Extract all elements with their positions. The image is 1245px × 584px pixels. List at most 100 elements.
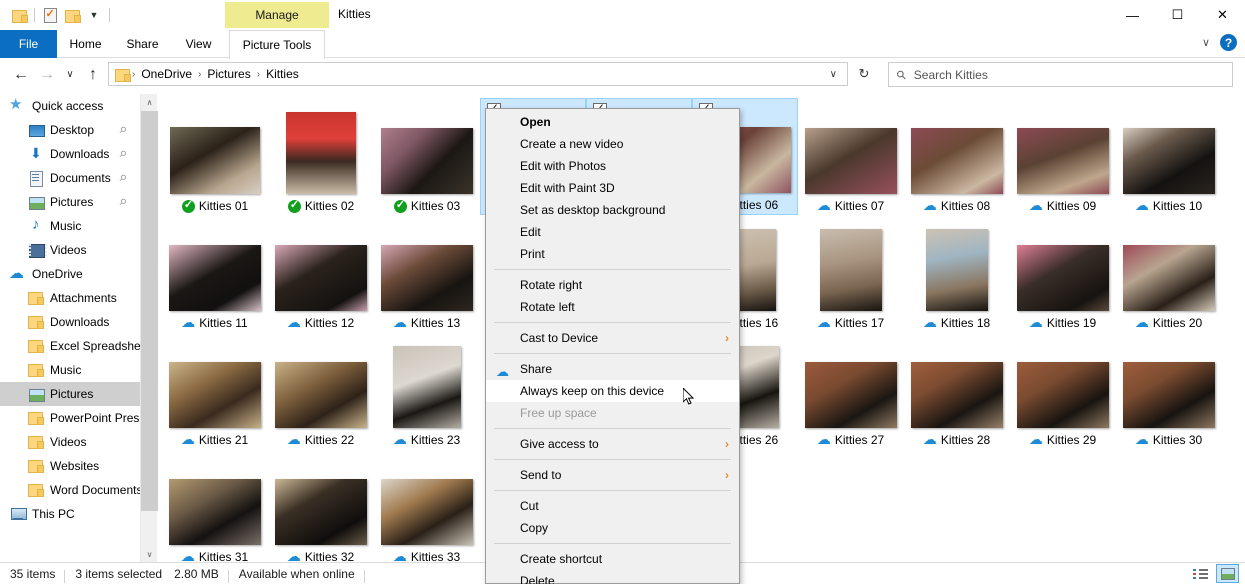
menu-item-send-to[interactable]: Send to › xyxy=(486,464,739,486)
file-tile[interactable]: Kitties 13 xyxy=(374,215,480,332)
file-tile[interactable]: Kitties 18 xyxy=(904,215,1010,332)
sidebar-item-downloads[interactable]: Downloads ⚲ xyxy=(0,142,140,166)
folder-icon[interactable] xyxy=(8,4,30,26)
thumbnail-container xyxy=(167,346,263,428)
minimize-button[interactable]: — xyxy=(1110,0,1155,30)
menu-item-cut[interactable]: Cut xyxy=(486,495,739,517)
file-tile[interactable]: Kitties 07 xyxy=(798,98,904,215)
menu-item-print[interactable]: Print xyxy=(486,243,739,265)
file-tile[interactable]: Kitties 12 xyxy=(268,215,374,332)
menu-separator xyxy=(494,428,731,429)
sidebar-item-music[interactable]: Music xyxy=(0,358,140,382)
menu-item-cast-to-device[interactable]: Cast to Device › xyxy=(486,327,739,349)
tab-file[interactable]: File xyxy=(0,30,57,58)
sidebar-item-websites[interactable]: Websites xyxy=(0,454,140,478)
tab-share[interactable]: Share xyxy=(114,30,171,58)
sidebar-item-pictures[interactable]: Pictures ⚲ xyxy=(0,190,140,214)
file-tile[interactable]: Kitties 30 xyxy=(1116,332,1222,449)
file-tile[interactable]: Kitties 33 xyxy=(374,449,480,563)
file-name: Kitties 07 xyxy=(834,199,885,213)
scrollbar-thumb[interactable] xyxy=(141,111,158,511)
sidebar-item-videos[interactable]: Videos xyxy=(0,430,140,454)
scroll-down-icon[interactable]: ∨ xyxy=(141,546,158,563)
sidebar-item-word-documents[interactable]: Word Documents xyxy=(0,478,140,502)
menu-item-open[interactable]: Open xyxy=(486,111,739,133)
close-button[interactable]: ✕ xyxy=(1200,0,1245,30)
sidebar-item-this-pc[interactable]: This PC xyxy=(0,502,140,526)
file-tile[interactable]: Kitties 01 xyxy=(162,98,268,215)
address-bar[interactable]: › OneDrive › Pictures › Kitties ∨ xyxy=(108,62,848,86)
breadcrumb-item-kitties[interactable]: Kitties xyxy=(262,65,303,83)
forward-button[interactable]: → xyxy=(34,61,60,89)
pin-icon[interactable]: ⚲ xyxy=(116,124,129,136)
file-tile[interactable]: Kitties 32 xyxy=(268,449,374,563)
file-tile[interactable]: Kitties 19 xyxy=(1010,215,1116,332)
pin-icon[interactable]: ⚲ xyxy=(116,172,129,184)
menu-item-edit-with-paint-3d[interactable]: Edit with Paint 3D xyxy=(486,177,739,199)
menu-item-share[interactable]: ☁ Share xyxy=(486,358,739,380)
up-button[interactable]: ↑ xyxy=(80,61,106,89)
file-tile[interactable]: Kitties 17 xyxy=(798,215,904,332)
back-button[interactable]: ← xyxy=(8,61,34,89)
refresh-icon[interactable]: ↻ xyxy=(852,62,876,86)
menu-item-set-as-desktop-background[interactable]: Set as desktop background xyxy=(486,199,739,221)
properties-icon[interactable] xyxy=(39,4,61,26)
recent-locations-button[interactable]: ∨ xyxy=(60,61,80,89)
sidebar-item-excel-spreadsheets[interactable]: Excel Spreadsheets xyxy=(0,334,140,358)
folder-icon xyxy=(28,482,44,498)
chevron-down-icon[interactable]: ∨ xyxy=(1202,36,1210,49)
large-icons-view-button[interactable] xyxy=(1216,564,1239,583)
menu-item-delete[interactable]: Delete xyxy=(486,570,739,584)
details-view-button[interactable] xyxy=(1189,564,1212,583)
menu-item-always-keep-on-this-device[interactable]: Always keep on this device xyxy=(486,380,739,402)
menu-item-create-shortcut[interactable]: Create shortcut xyxy=(486,548,739,570)
sidebar-item-onedrive[interactable]: OneDrive xyxy=(0,262,140,286)
sidebar-item-quick-access[interactable]: Quick access xyxy=(0,94,140,118)
maximize-button[interactable]: ☐ xyxy=(1155,0,1200,30)
breadcrumb-item-pictures[interactable]: Pictures xyxy=(203,65,254,83)
sidebar-scrollbar[interactable]: ∧ ∨ xyxy=(140,94,158,563)
sidebar-item-music[interactable]: Music xyxy=(0,214,140,238)
tab-home[interactable]: Home xyxy=(57,30,114,58)
sidebar-item-attachments[interactable]: Attachments xyxy=(0,286,140,310)
menu-item-edit[interactable]: Edit xyxy=(486,221,739,243)
file-tile[interactable]: Kitties 20 xyxy=(1116,215,1222,332)
file-tile[interactable]: Kitties 11 xyxy=(162,215,268,332)
tab-picture-tools[interactable]: Picture Tools xyxy=(229,30,325,59)
menu-item-copy[interactable]: Copy xyxy=(486,517,739,539)
file-tile[interactable]: Kitties 09 xyxy=(1010,98,1116,215)
menu-item-rotate-left[interactable]: Rotate left xyxy=(486,296,739,318)
new-folder-icon[interactable] xyxy=(61,4,83,26)
breadcrumb-item-onedrive[interactable]: OneDrive xyxy=(137,65,196,83)
customize-quick-access-arrow[interactable]: ▼ xyxy=(83,4,105,26)
contextual-tab-manage[interactable]: Manage xyxy=(225,2,329,28)
scroll-up-icon[interactable]: ∧ xyxy=(141,94,158,111)
file-tile[interactable]: Kitties 27 xyxy=(798,332,904,449)
help-icon[interactable]: ? xyxy=(1220,34,1237,51)
pin-icon[interactable]: ⚲ xyxy=(116,148,129,160)
sidebar-item-powerpoint-presentations[interactable]: PowerPoint Presentations xyxy=(0,406,140,430)
sidebar-item-downloads[interactable]: Downloads xyxy=(0,310,140,334)
file-tile[interactable]: Kitties 29 xyxy=(1010,332,1116,449)
sidebar-item-desktop[interactable]: Desktop ⚲ xyxy=(0,118,140,142)
file-tile[interactable]: Kitties 28 xyxy=(904,332,1010,449)
file-tile[interactable]: Kitties 10 xyxy=(1116,98,1222,215)
file-tile[interactable]: Kitties 31 xyxy=(162,449,268,563)
file-tile[interactable]: Kitties 23 xyxy=(374,332,480,449)
pin-icon[interactable]: ⚲ xyxy=(116,196,129,208)
sidebar-item-pictures[interactable]: Pictures xyxy=(0,382,140,406)
menu-item-edit-with-photos[interactable]: Edit with Photos xyxy=(486,155,739,177)
menu-item-give-access-to[interactable]: Give access to › xyxy=(486,433,739,455)
file-tile[interactable]: Kitties 03 xyxy=(374,98,480,215)
file-tile[interactable]: Kitties 02 xyxy=(268,98,374,215)
address-dropdown-icon[interactable]: ∨ xyxy=(822,69,845,80)
menu-item-create-a-new-video[interactable]: Create a new video xyxy=(486,133,739,155)
tab-view[interactable]: View xyxy=(171,30,226,58)
file-tile[interactable]: Kitties 21 xyxy=(162,332,268,449)
file-tile[interactable]: Kitties 08 xyxy=(904,98,1010,215)
menu-item-rotate-right[interactable]: Rotate right xyxy=(486,274,739,296)
search-input[interactable]: ⚲ Search Kitties xyxy=(888,62,1233,87)
file-tile[interactable]: Kitties 22 xyxy=(268,332,374,449)
sidebar-item-documents[interactable]: Documents ⚲ xyxy=(0,166,140,190)
sidebar-item-videos[interactable]: Videos xyxy=(0,238,140,262)
